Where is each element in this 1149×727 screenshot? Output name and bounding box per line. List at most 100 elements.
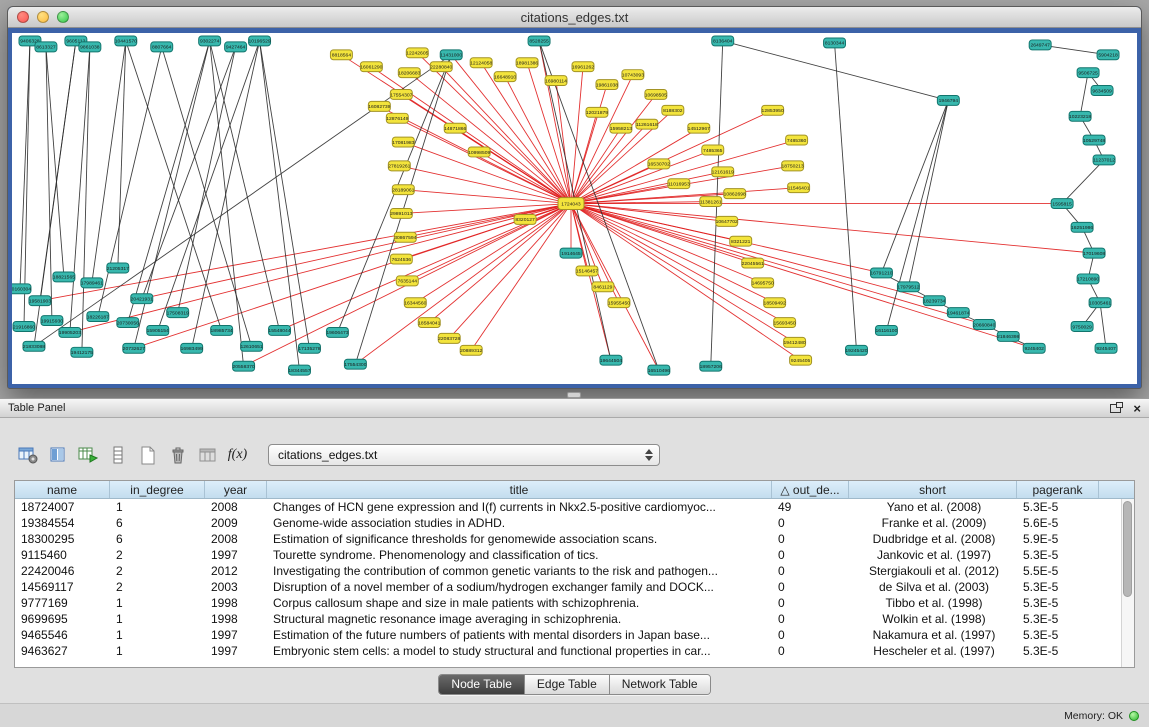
- column-chooser-icon[interactable]: [44, 443, 71, 468]
- graph-node[interactable]: 17135278: [298, 343, 320, 353]
- graph-node[interactable]: 17979512: [897, 282, 919, 292]
- graph-node[interactable]: 15146457: [576, 266, 598, 276]
- graph-node[interactable]: 18584041: [418, 318, 440, 328]
- graph-node[interactable]: 28189061: [392, 185, 414, 195]
- graph-node[interactable]: 7485365: [702, 145, 724, 155]
- graph-node[interactable]: 17019608: [1083, 248, 1105, 258]
- graph-node[interactable]: 1914645: [560, 248, 582, 258]
- scrollbar-thumb[interactable]: [1123, 501, 1132, 597]
- network-canvas[interactable]: 9406328861332796051129861038104415708807…: [12, 33, 1137, 384]
- function-icon[interactable]: f(x): [224, 443, 251, 468]
- graph-node[interactable]: 22083728: [438, 333, 460, 343]
- graph-node[interactable]: 30867594: [394, 232, 416, 242]
- graph-node[interactable]: 22280840: [430, 62, 452, 72]
- graph-node[interactable]: 17989461: [81, 278, 103, 288]
- graph-node[interactable]: 18509492: [764, 298, 786, 308]
- graph-node[interactable]: 15905154: [147, 326, 169, 336]
- graph-node[interactable]: 8528255: [528, 36, 550, 46]
- graph-node[interactable]: 18985734: [211, 326, 233, 336]
- graph-node[interactable]: 14695750: [752, 278, 774, 288]
- table-settings-icon[interactable]: [14, 443, 41, 468]
- column-header-0[interactable]: name: [15, 481, 110, 498]
- graph-node[interactable]: 16116100: [875, 326, 897, 336]
- graph-node[interactable]: 9245402: [1023, 343, 1045, 353]
- graph-node[interactable]: 15548044: [268, 326, 290, 336]
- graph-node[interactable]: 10698505: [645, 90, 667, 100]
- graph-node[interactable]: 1946794: [937, 95, 959, 105]
- graph-node[interactable]: 1595815: [1051, 199, 1073, 209]
- graph-node[interactable]: 27819261: [388, 161, 410, 171]
- table-export-icon[interactable]: [74, 443, 101, 468]
- graph-node[interactable]: 9506725: [1077, 68, 1099, 78]
- graph-node[interactable]: 12853950: [762, 105, 784, 115]
- graph-node[interactable]: 8188302: [662, 105, 684, 115]
- graph-node[interactable]: 10196529: [248, 36, 270, 46]
- graph-node[interactable]: 21916860: [13, 322, 35, 332]
- table-row[interactable]: 969969511998Structural magnetic resonanc…: [15, 611, 1121, 627]
- graph-node[interactable]: 19915930: [41, 316, 63, 326]
- graph-node[interactable]: 16061290: [360, 62, 382, 72]
- column-header-5[interactable]: short: [849, 481, 1017, 498]
- graph-node[interactable]: 15955450: [608, 298, 630, 308]
- table-row[interactable]: 977716911998Corpus callosum shape and si…: [15, 595, 1121, 611]
- graph-node[interactable]: 18750213: [782, 161, 804, 171]
- column-header-4[interactable]: △ out_de...: [772, 481, 849, 498]
- graph-node[interactable]: 16530702: [648, 159, 670, 169]
- table-row[interactable]: 1456911722003Disruption of a novel membe…: [15, 579, 1121, 595]
- graph-node[interactable]: 21833088: [23, 341, 45, 351]
- table-row[interactable]: 1872400712008Changes of HCN gene express…: [15, 499, 1121, 515]
- graph-node[interactable]: 17554300: [344, 359, 366, 369]
- graph-node[interactable]: 12610651: [240, 341, 262, 351]
- graph-node[interactable]: 8130344: [824, 38, 846, 48]
- graph-node[interactable]: 19861038: [596, 80, 618, 90]
- graph-node[interactable]: 29891013: [390, 209, 412, 219]
- graph-node[interactable]: 16980114: [545, 76, 567, 86]
- tab-network-table[interactable]: Network Table: [609, 675, 710, 694]
- graph-node[interactable]: 20160304: [12, 284, 31, 294]
- graph-node[interactable]: 8136404: [712, 36, 734, 46]
- graph-node[interactable]: 18344557: [288, 365, 310, 375]
- graph-node[interactable]: 18821565: [53, 272, 75, 282]
- graph-node[interactable]: 18226187: [87, 312, 109, 322]
- window-titlebar[interactable]: citations_edges.txt: [8, 7, 1141, 28]
- graph-node[interactable]: 16983499: [181, 343, 203, 353]
- graph-node[interactable]: 9302274: [199, 36, 221, 46]
- graph-node[interactable]: 10441570: [115, 36, 137, 46]
- graph-node[interactable]: 11546401: [788, 183, 810, 193]
- graph-node[interactable]: 16344560: [404, 298, 426, 308]
- graph-node[interactable]: 9750029: [1071, 322, 1093, 332]
- graph-node[interactable]: 8320127: [514, 214, 536, 224]
- graph-node[interactable]: 8818564: [330, 50, 352, 60]
- table-vertical-scrollbar[interactable]: [1121, 499, 1134, 667]
- graph-node[interactable]: 20558370: [232, 361, 254, 371]
- graph-node[interactable]: 12242605: [406, 48, 428, 58]
- column-header-1[interactable]: in_degree: [110, 481, 205, 498]
- row-height-icon[interactable]: [104, 443, 131, 468]
- graph-node[interactable]: 10305461: [1089, 298, 1111, 308]
- graph-node[interactable]: 12876149: [386, 113, 408, 123]
- graph-node[interactable]: 16251986: [1071, 222, 1093, 232]
- close-window-button[interactable]: [17, 11, 29, 23]
- delete-icon[interactable]: [164, 443, 191, 468]
- graph-node[interactable]: 12124058: [470, 58, 492, 68]
- table-row[interactable]: 1830029562008Estimation of significance …: [15, 531, 1121, 547]
- graph-node[interactable]: 20730056: [117, 318, 139, 328]
- zoom-window-button[interactable]: [57, 11, 69, 23]
- table-row[interactable]: 946362711997Embryonic stem cells: a mode…: [15, 643, 1121, 659]
- memory-status-led[interactable]: [1129, 711, 1139, 721]
- graph-node[interactable]: 19581903: [29, 296, 51, 306]
- graph-node[interactable]: 19644504: [600, 355, 622, 365]
- graph-node[interactable]: 10647702: [716, 216, 738, 226]
- graph-node[interactable]: 7485360: [786, 135, 808, 145]
- citation-network-graph[interactable]: 9406328861332796051129861038104415708807…: [12, 33, 1137, 384]
- graph-node[interactable]: 19606473: [326, 327, 348, 337]
- graph-node[interactable]: 2649747: [1029, 40, 1051, 50]
- graph-node[interactable]: 20889312: [460, 345, 482, 355]
- graph-node[interactable]: 8613327: [35, 42, 57, 52]
- graph-node[interactable]: 7635144: [396, 276, 418, 286]
- graph-node[interactable]: 15693450: [774, 318, 796, 328]
- graph-node[interactable]: 9861038: [79, 42, 101, 52]
- graph-node[interactable]: 8807664: [151, 42, 173, 52]
- graph-node[interactable]: 17508319: [167, 308, 189, 318]
- graph-node[interactable]: 9245405: [790, 355, 812, 365]
